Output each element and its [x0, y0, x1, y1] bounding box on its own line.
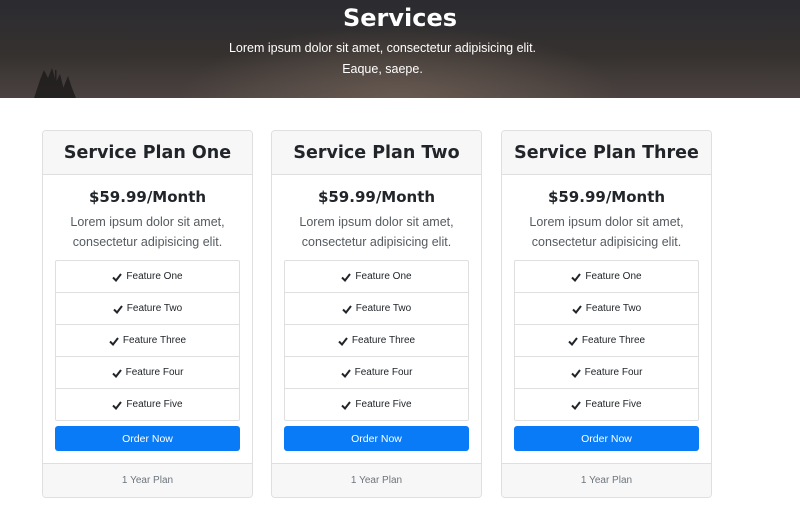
order-now-button[interactable]: Order Now: [55, 426, 240, 451]
feature-label: Feature Four: [125, 367, 184, 378]
feature-label: Feature Five: [126, 399, 183, 410]
feature-label: Feature Three: [581, 335, 646, 346]
feature-label: Feature Two: [355, 303, 412, 314]
feature-list: Feature One Feature Two Feature Three Fe…: [284, 260, 469, 421]
plan-price: $59.99/Month: [317, 188, 436, 206]
hero-banner: Services Lorem ipsum dolor sit amet, con…: [0, 0, 800, 98]
feature-item: Feature Five: [56, 388, 239, 420]
plan-title: Service Plan One: [43, 131, 252, 175]
feature-item: Feature Three: [285, 324, 468, 356]
check-icon: [340, 368, 351, 378]
plan-footer: 1 Year Plan: [502, 463, 711, 497]
feature-label: Feature Two: [126, 303, 183, 314]
check-icon: [341, 400, 352, 410]
check-icon: [111, 368, 122, 378]
feature-label: Feature Three: [351, 335, 416, 346]
hero-description: Lorem ipsum dolor sit amet, consectetur …: [228, 41, 537, 76]
plan-card-two: Service Plan Two $59.99/Month Lorem ipsu…: [271, 130, 482, 498]
check-icon: [338, 336, 348, 346]
plan-description: Lorem ipsum dolor sit amet, consectetur …: [529, 215, 684, 249]
check-icon: [109, 336, 119, 346]
feature-label: Feature Five: [585, 399, 642, 410]
plan-footer: 1 Year Plan: [272, 463, 481, 497]
feature-item: Feature One: [285, 261, 468, 292]
feature-label: Feature Five: [355, 399, 412, 410]
feature-label: Feature One: [355, 271, 412, 282]
feature-label: Feature One: [126, 271, 183, 282]
check-icon: [572, 304, 582, 314]
feature-item: Feature Four: [515, 356, 698, 388]
check-icon: [112, 272, 123, 282]
feature-label: Feature Four: [354, 367, 413, 378]
feature-label: Feature One: [585, 271, 642, 282]
feature-item: Feature One: [515, 261, 698, 292]
plan-description: Lorem ipsum dolor sit amet, consectetur …: [299, 215, 454, 249]
plan-price: $59.99/Month: [88, 188, 207, 206]
feature-item: Feature Four: [285, 356, 468, 388]
feature-item: Feature Four: [56, 356, 239, 388]
check-icon: [342, 304, 352, 314]
plan-title: Service Plan Two: [272, 131, 481, 175]
plan-price: $59.99/Month: [547, 188, 666, 206]
plan-footer: 1 Year Plan: [43, 463, 252, 497]
plan-card-three: Service Plan Three $59.99/Month Lorem ip…: [501, 130, 712, 498]
page-title: Services: [342, 4, 458, 32]
check-icon: [568, 336, 578, 346]
plan-title: Service Plan Three: [502, 131, 711, 175]
feature-list: Feature One Feature Two Feature Three Fe…: [514, 260, 699, 421]
feature-item: Feature Five: [285, 388, 468, 420]
order-now-button[interactable]: Order Now: [284, 426, 469, 451]
feature-item: Feature Three: [56, 324, 239, 356]
feature-list: Feature One Feature Two Feature Three Fe…: [55, 260, 240, 421]
plan-description: Lorem ipsum dolor sit amet, consectetur …: [70, 215, 225, 249]
feature-label: Feature Two: [585, 303, 642, 314]
feature-item: Feature Three: [515, 324, 698, 356]
plan-card-one: Service Plan One $59.99/Month Lorem ipsu…: [42, 130, 253, 498]
feature-item: Feature One: [56, 261, 239, 292]
feature-label: Feature Three: [122, 335, 187, 346]
feature-item: Feature Five: [515, 388, 698, 420]
feature-label: Feature Four: [584, 367, 643, 378]
feature-item: Feature Two: [515, 292, 698, 324]
check-icon: [341, 272, 352, 282]
check-icon: [570, 368, 581, 378]
order-now-button[interactable]: Order Now: [514, 426, 699, 451]
check-icon: [571, 272, 582, 282]
feature-item: Feature Two: [56, 292, 239, 324]
feature-item: Feature Two: [285, 292, 468, 324]
check-icon: [571, 400, 582, 410]
check-icon: [113, 304, 123, 314]
check-icon: [112, 400, 123, 410]
